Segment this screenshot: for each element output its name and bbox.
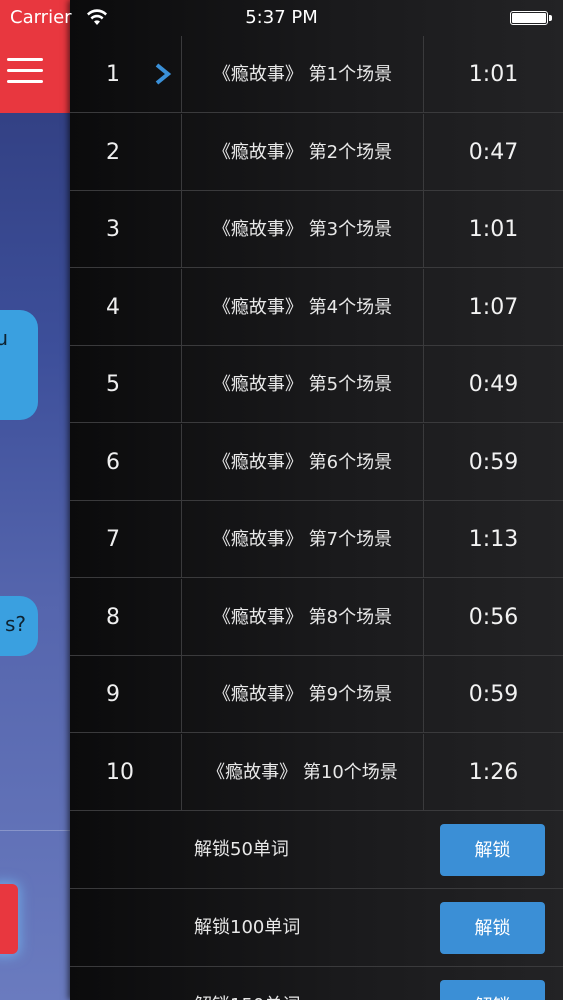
track-number: 9	[106, 682, 120, 707]
chevron-right-icon	[155, 63, 172, 85]
track-number: 1	[106, 62, 120, 87]
track-number: 7	[106, 527, 120, 552]
track-number: 10	[106, 759, 134, 785]
track-row[interactable]: 1 《瘾故事》 第1个场景 1:01	[70, 36, 563, 113]
unlock-row: 解锁50单词 解锁	[70, 811, 563, 889]
track-title: 《瘾故事》 第2个场景	[212, 141, 393, 163]
track-row[interactable]: 5 《瘾故事》 第5个场景 0:49	[70, 346, 563, 423]
background-action-button[interactable]	[0, 884, 18, 954]
unlock-button[interactable]: 解锁	[440, 902, 545, 954]
track-title: 《瘾故事》 第4个场景	[212, 296, 393, 318]
track-duration: 1:01	[468, 217, 519, 242]
track-row[interactable]: 8 《瘾故事》 第8个场景 0:56	[70, 578, 563, 656]
battery-icon	[510, 11, 552, 25]
track-duration: 1:01	[468, 62, 519, 87]
menu-button[interactable]	[7, 56, 43, 86]
chat-bubble-text: u	[0, 326, 8, 350]
track-duration: 0:47	[468, 139, 519, 165]
track-title: 《瘾故事》 第3个场景	[212, 219, 393, 240]
track-title: 《瘾故事》 第7个场景	[212, 529, 393, 550]
track-row[interactable]: 4 《瘾故事》 第4个场景 1:07	[70, 268, 563, 346]
track-duration: 1:13	[468, 527, 519, 552]
track-number: 6	[106, 449, 120, 475]
track-row[interactable]: 3 《瘾故事》 第3个场景 1:01	[70, 191, 563, 268]
track-title: 《瘾故事》 第9个场景	[212, 684, 393, 705]
track-duration: 0:59	[468, 449, 519, 475]
track-duration: 0:49	[468, 372, 519, 397]
playlist-drawer: 1 《瘾故事》 第1个场景 1:01 2 《瘾故事》 第2个场景 0:47 3 《瘾故事》 第…	[70, 0, 563, 1000]
unlock-button[interactable]: 解锁	[440, 824, 545, 876]
chat-bubble-text: s?	[4, 612, 26, 636]
chat-bubble: s?	[0, 596, 38, 656]
track-row[interactable]: 9 《瘾故事》 第9个场景 0:59	[70, 656, 563, 733]
unlock-label: 解锁100单词	[194, 917, 301, 938]
track-number: 4	[106, 294, 120, 320]
track-duration: 0:56	[468, 604, 519, 630]
divider	[0, 830, 72, 831]
screen: u s? 1 《瘾故事》 第1个场景 1:01 2 《瘾故事》 第2个场景 0:47 3 《瘾…	[0, 0, 563, 1000]
track-title: 《瘾故事》 第5个场景	[212, 374, 393, 395]
status-bar: Carrier 5:37 PM	[0, 0, 563, 36]
chat-bubble: u	[0, 310, 38, 420]
track-row[interactable]: 6 《瘾故事》 第6个场景 0:59	[70, 423, 563, 501]
track-title: 《瘾故事》 第8个场景	[212, 606, 393, 628]
unlock-button[interactable]: 解锁	[440, 980, 545, 1000]
track-title: 《瘾故事》 第10个场景	[207, 761, 398, 783]
unlock-label: 解锁150单词	[194, 967, 300, 1000]
track-row[interactable]: 10 《瘾故事》 第10个场景 1:26	[70, 733, 563, 811]
track-title: 《瘾故事》 第1个场景	[212, 64, 393, 85]
status-time: 5:37 PM	[245, 7, 318, 28]
track-duration: 1:07	[468, 294, 519, 320]
track-number: 5	[106, 372, 120, 397]
unlock-row: 解锁100单词 解锁	[70, 889, 563, 967]
track-number: 8	[106, 604, 120, 630]
track-row[interactable]: 7 《瘾故事》 第7个场景 1:13	[70, 501, 563, 578]
track-title: 《瘾故事》 第6个场景	[212, 451, 393, 473]
track-number: 2	[106, 139, 120, 165]
track-number: 3	[106, 217, 120, 242]
unlock-label: 解锁50单词	[194, 839, 289, 860]
track-duration: 0:59	[468, 682, 519, 707]
track-row[interactable]: 2 《瘾故事》 第2个场景 0:47	[70, 113, 563, 191]
track-duration: 1:26	[468, 759, 519, 785]
unlock-row: 解锁150单词 解锁	[70, 967, 563, 1000]
background-page: u s?	[0, 0, 72, 1000]
